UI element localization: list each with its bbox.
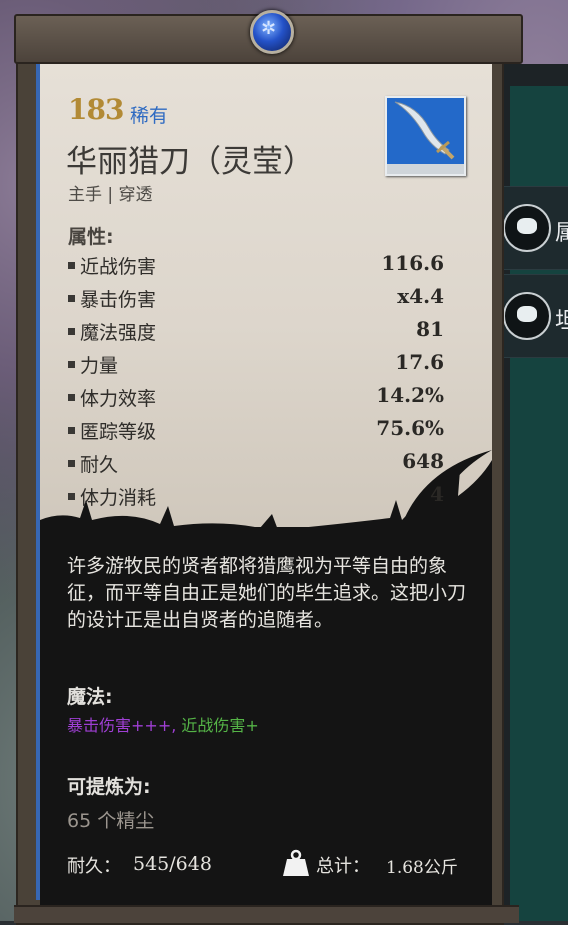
bullet-icon bbox=[68, 361, 75, 368]
stat-row: 耐久 648 bbox=[68, 449, 444, 480]
map-icon bbox=[503, 292, 551, 340]
stat-name: 力量 bbox=[80, 355, 119, 377]
stat-value: 81 bbox=[416, 317, 444, 341]
bullet-icon bbox=[68, 328, 75, 335]
weight-value: 1.68公斤 bbox=[386, 858, 458, 878]
stat-value: 14.2% bbox=[376, 383, 444, 407]
stat-value: 75.6% bbox=[376, 416, 444, 440]
bullet-icon bbox=[68, 427, 75, 434]
magic-heading: 魔法: bbox=[67, 686, 113, 708]
bullet-icon bbox=[68, 295, 75, 302]
stat-name: 耐久 bbox=[80, 454, 119, 476]
side-menu-item-2[interactable]: 坦 bbox=[497, 274, 568, 358]
attributes-heading: 属性: bbox=[68, 226, 114, 248]
durability-label: 耐久： bbox=[67, 856, 121, 877]
stat-value: 4 bbox=[430, 482, 444, 506]
card-bottom-rail bbox=[14, 905, 519, 923]
side-menu-item-2-label: 坦 bbox=[555, 309, 568, 334]
bullet-icon bbox=[68, 262, 75, 269]
magic-effect-crit: 暴击伤害+++, bbox=[67, 716, 177, 735]
magic-effect-melee: 近战伤害+ bbox=[176, 716, 259, 735]
stat-name: 暴击伤害 bbox=[80, 289, 157, 311]
stat-name: 匿踪等级 bbox=[80, 421, 157, 443]
stat-row: 体力消耗 4 bbox=[68, 482, 444, 513]
stat-value: 17.6 bbox=[395, 350, 444, 374]
rarity-gem-icon: ✲ bbox=[250, 10, 294, 54]
stat-value: x4.4 bbox=[397, 284, 444, 308]
stat-name: 体力消耗 bbox=[80, 487, 157, 509]
side-menu-item-1[interactable]: 属 bbox=[497, 186, 568, 270]
item-description: 许多游牧民的贤者都将猎鹰视为平等自由的象征，而平等自由正是她们的毕生追求。这把小… bbox=[67, 555, 467, 631]
stat-name: 魔法强度 bbox=[80, 322, 157, 344]
character-icon bbox=[503, 204, 551, 252]
stat-name: 近战伤害 bbox=[80, 256, 157, 278]
stat-name: 体力效率 bbox=[80, 388, 157, 410]
magic-effects: 暴击伤害+++, 近战伤害+ bbox=[67, 712, 259, 736]
curved-dagger-icon bbox=[394, 101, 455, 160]
stat-value: 116.6 bbox=[381, 251, 444, 275]
item-rarity: 稀有 bbox=[130, 105, 169, 127]
bullet-icon bbox=[68, 493, 75, 500]
stat-row: 匿踪等级 75.6% bbox=[68, 416, 444, 447]
stat-row: 暴击伤害 x4.4 bbox=[68, 284, 444, 315]
bullet-icon bbox=[68, 394, 75, 401]
stat-row: 近战伤害 116.6 bbox=[68, 251, 444, 282]
stat-row: 力量 17.6 bbox=[68, 350, 444, 381]
item-type: 主手 | 穿透 bbox=[68, 185, 153, 205]
side-menu-item-1-label: 属 bbox=[555, 221, 568, 246]
stat-row: 魔法强度 81 bbox=[68, 317, 444, 348]
refine-heading: 可提炼为: bbox=[67, 776, 151, 798]
stat-row: 体力效率 14.2% bbox=[68, 383, 444, 414]
weight-label: 总计： bbox=[316, 856, 370, 877]
item-level: 183 bbox=[68, 93, 124, 126]
item-name: 华丽猎刀（灵莹） bbox=[66, 144, 314, 180]
weight-icon bbox=[283, 849, 309, 876]
durability-value: 545/648 bbox=[133, 853, 212, 875]
stat-value: 648 bbox=[402, 449, 444, 473]
refine-value: 65 个精尘 bbox=[67, 810, 155, 832]
bullet-icon bbox=[68, 460, 75, 467]
item-thumbnail bbox=[385, 96, 466, 176]
